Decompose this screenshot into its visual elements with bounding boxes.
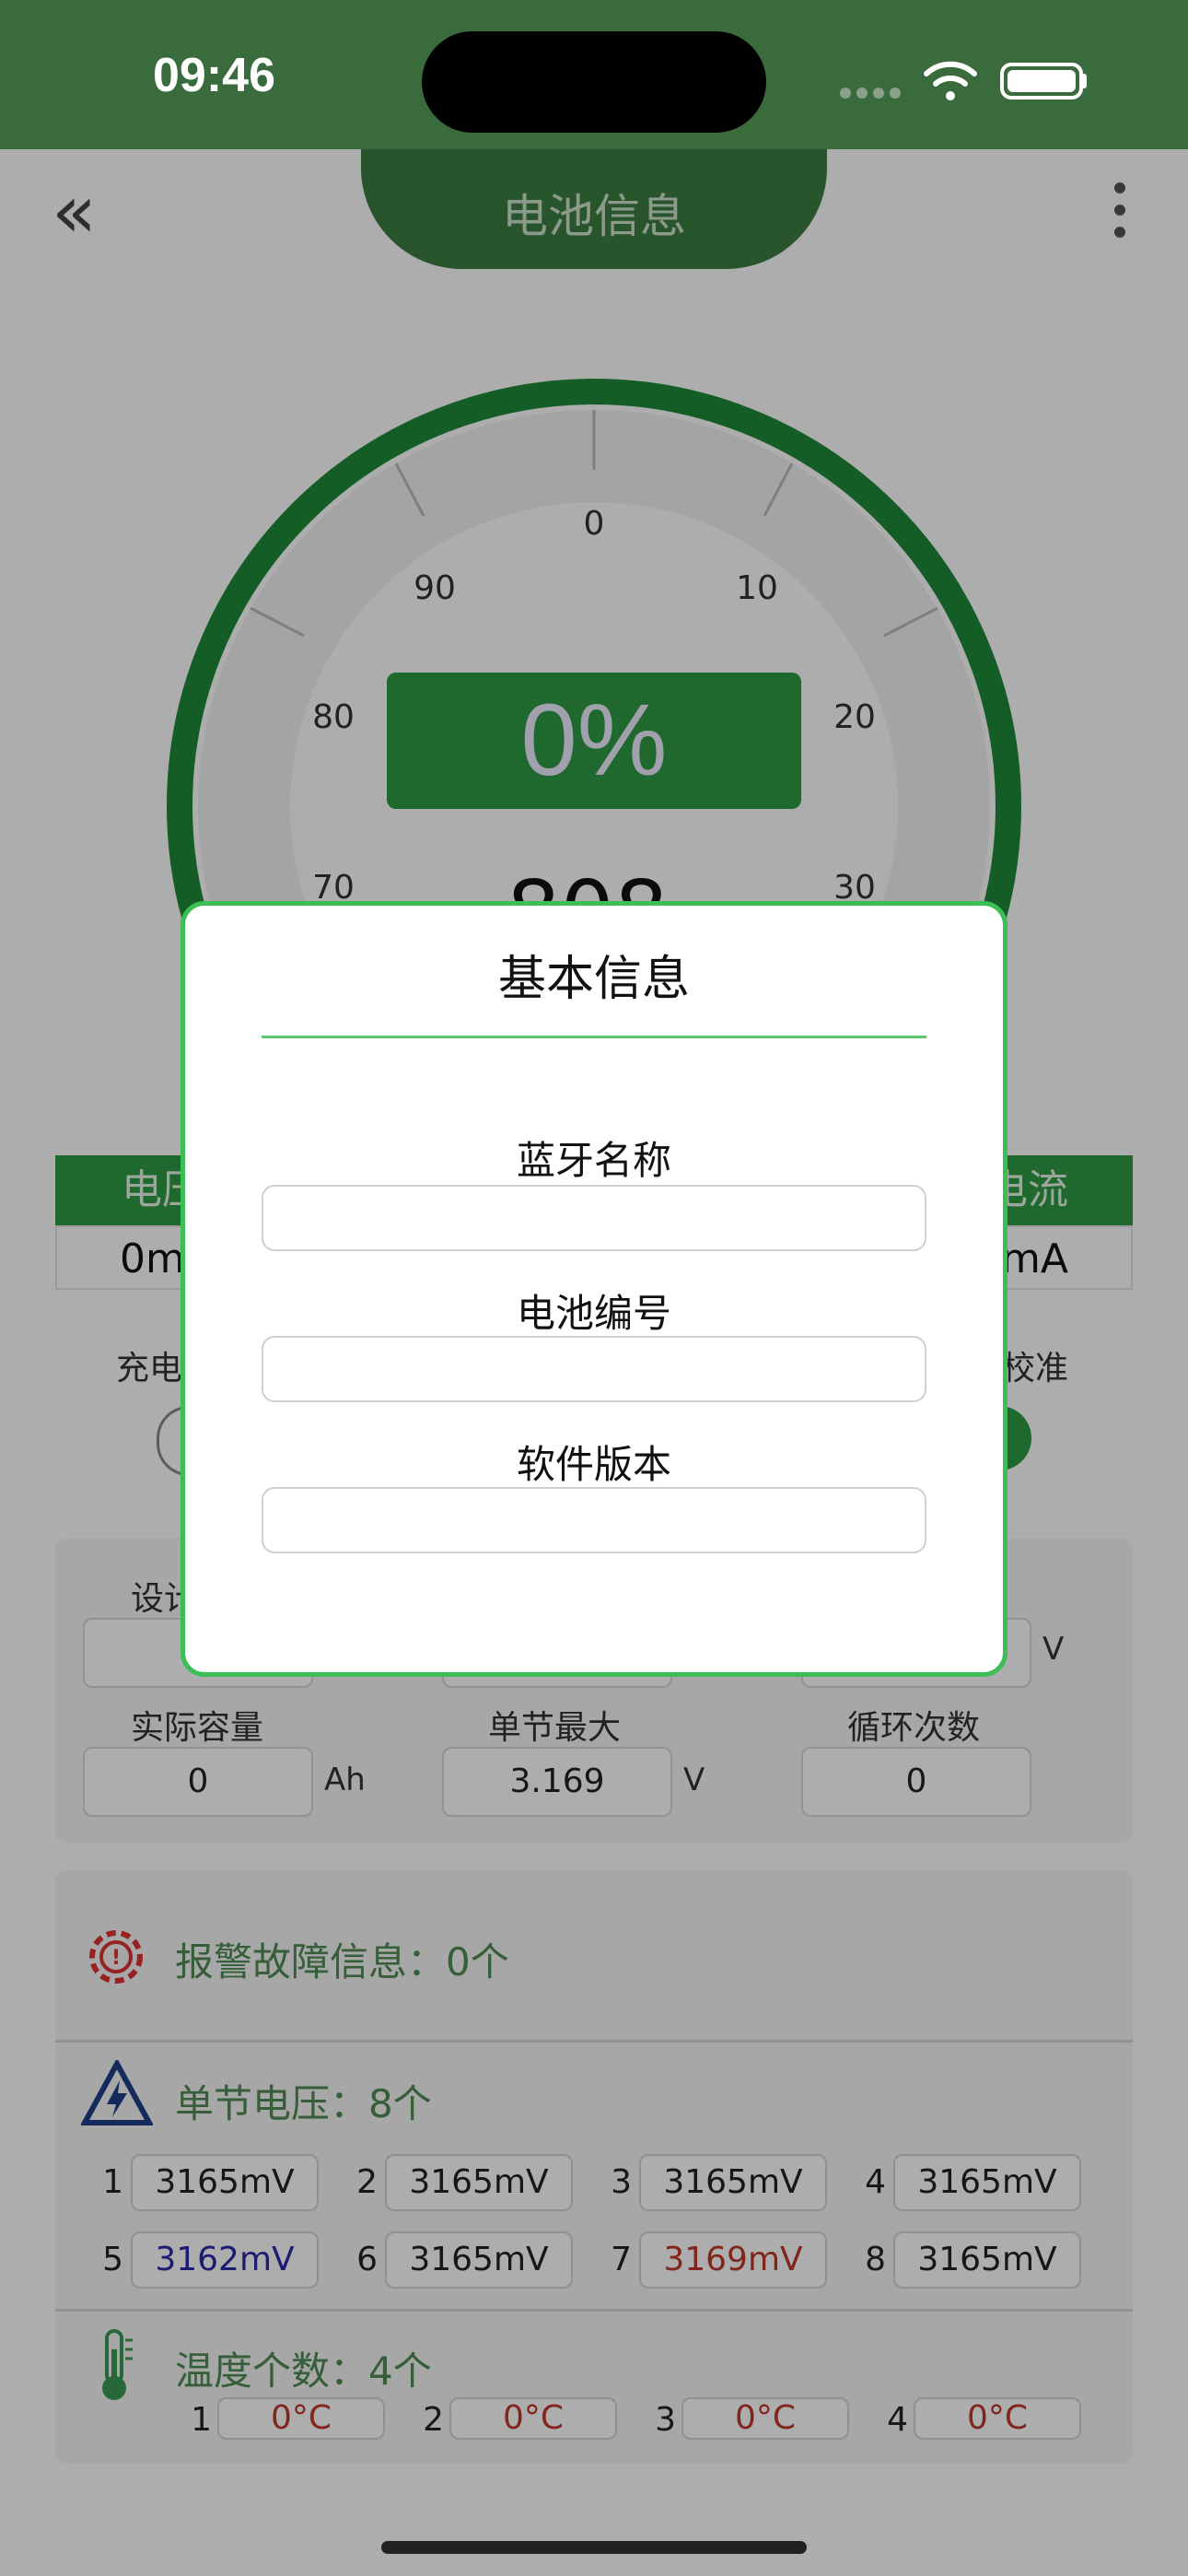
software-version-input[interactable] bbox=[262, 1487, 926, 1553]
home-indicator[interactable] bbox=[381, 2541, 807, 2554]
battery-icon bbox=[1000, 63, 1083, 100]
wifi-icon bbox=[924, 61, 977, 100]
cellular-signal-icon bbox=[840, 85, 906, 99]
status-time: 09:46 bbox=[153, 49, 275, 102]
bluetooth-name-label: 蓝牙名称 bbox=[516, 1138, 671, 1183]
dialog-divider bbox=[262, 1036, 926, 1038]
battery-cap bbox=[1081, 74, 1087, 88]
battery-number-input[interactable] bbox=[262, 1336, 926, 1402]
dialog-title: 基本信息 bbox=[497, 952, 690, 1007]
bluetooth-name-input[interactable] bbox=[262, 1185, 926, 1251]
software-version-label: 软件版本 bbox=[516, 1442, 671, 1487]
battery-number-label: 电池编号 bbox=[516, 1291, 671, 1336]
dynamic-island bbox=[422, 31, 766, 133]
